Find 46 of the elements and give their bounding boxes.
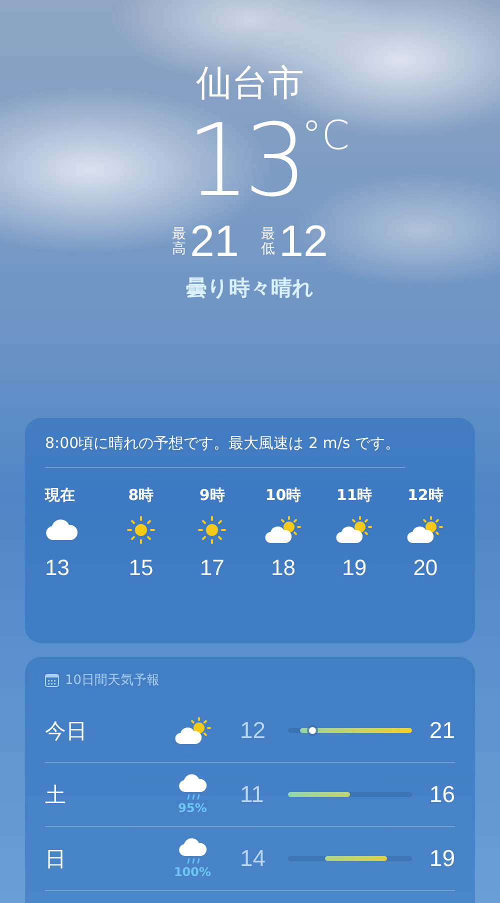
high-label: 最高 [172, 226, 186, 258]
sun-icon [198, 516, 226, 544]
rain-cloud-icon [178, 838, 208, 865]
hour-temperature: 13 [45, 555, 70, 581]
hour-label: 11時 [336, 486, 372, 505]
high-temperature: 21 [428, 717, 455, 744]
low-temperature: 12 [279, 218, 328, 266]
high-temperature: 21 [190, 218, 239, 266]
hour-temperature: 18 [270, 555, 296, 581]
temperature-range-fill [288, 792, 350, 797]
low-temperature: 12 [240, 717, 267, 744]
hour-label: 10時 [265, 486, 302, 505]
partly-cloudy-icon [336, 516, 372, 544]
current-temperature: 13 [186, 106, 302, 216]
hour-temperature: 15 [128, 555, 154, 581]
calendar-icon [45, 674, 59, 686]
day-label: 今日 [45, 718, 88, 744]
partly-cloudy-icon [174, 716, 210, 744]
temperature-unit: °C [302, 116, 350, 156]
section-title: 10日間天気予報 [65, 672, 160, 689]
hour-label: 9時 [199, 486, 225, 505]
weather-condition: 曇り時々晴れ [186, 275, 314, 302]
partly-cloudy-icon [407, 516, 444, 544]
hour-temperature: 17 [200, 555, 224, 581]
low-temperature: 11 [240, 781, 265, 808]
hour-temperature: 20 [413, 555, 438, 581]
precipitation-chance: 100% [174, 865, 212, 879]
low-label: 最低 [261, 226, 275, 258]
day-label: 土 [45, 782, 67, 808]
low-temperature: 14 [240, 845, 267, 872]
cloud-icon [45, 519, 79, 541]
forecast-summary: 8:00頃に晴れの予想です。最大風速は 2 m/s です。 [45, 432, 405, 468]
day-label: 日 [45, 846, 67, 872]
hour-label: 8時 [128, 486, 154, 505]
hour-label: 12時 [407, 486, 444, 505]
hour-label: 現在 [45, 486, 75, 505]
partly-cloudy-icon [265, 516, 302, 544]
city-name: 仙台市 [196, 62, 304, 106]
precipitation-chance: 95% [178, 801, 207, 815]
hour-temperature: 19 [342, 555, 367, 581]
high-temperature: 19 [428, 845, 455, 872]
temperature-range-fill [325, 856, 388, 861]
rain-cloud-icon [178, 774, 208, 801]
current-temperature-marker [309, 727, 316, 734]
sun-icon [126, 516, 155, 544]
high-temperature: 16 [428, 781, 455, 808]
